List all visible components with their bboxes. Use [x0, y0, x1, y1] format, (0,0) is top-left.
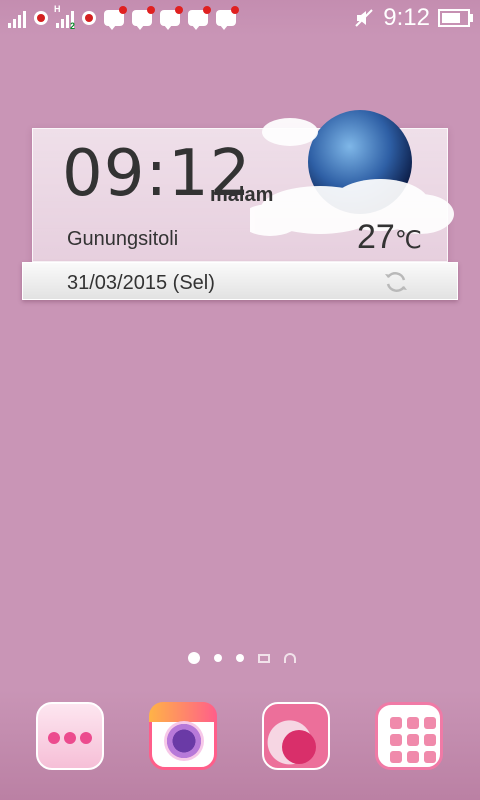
signal-1-icon	[8, 8, 26, 28]
refresh-icon[interactable]	[382, 268, 410, 296]
widget-city[interactable]: Gunungsitoli	[67, 228, 178, 251]
bbm-icon	[160, 6, 183, 30]
camera-app-icon[interactable]	[149, 702, 217, 770]
signal-2-icon: H 2	[54, 4, 76, 31]
widget-temperature: 27℃	[357, 218, 422, 257]
widget-date: 31/03/2015 (Sel)	[67, 272, 215, 294]
flag-icon	[34, 11, 48, 25]
status-bar[interactable]: H 2 9:12	[0, 0, 480, 36]
bbm-icon	[132, 6, 155, 30]
phone-app-icon[interactable]	[262, 702, 330, 770]
sim-2-label: 2	[70, 21, 76, 31]
page-indicator[interactable]	[188, 652, 296, 664]
network-type-label: H	[54, 4, 61, 14]
page-dot[interactable]	[214, 654, 222, 662]
temperature-unit: ℃	[394, 227, 422, 254]
widgets-page-icon[interactable]	[258, 653, 270, 663]
status-time: 9:12	[383, 4, 430, 31]
weather-moon-cloud-icon	[250, 110, 454, 236]
home-page-indicator-icon[interactable]	[188, 652, 200, 664]
bbm-icon	[104, 6, 127, 30]
messaging-app-icon[interactable]	[36, 702, 104, 770]
status-left: H 2	[8, 4, 239, 31]
app-drawer-icon[interactable]	[375, 702, 443, 770]
status-right: 9:12	[353, 4, 473, 32]
battery-full-icon	[438, 9, 473, 27]
bbm-icon	[216, 6, 239, 30]
bbm-icon	[188, 6, 211, 30]
apps-page-icon[interactable]	[284, 653, 296, 663]
temperature-value: 27	[357, 218, 395, 256]
widget-period: malam	[210, 184, 274, 206]
flag-icon	[82, 11, 96, 25]
page-dot[interactable]	[236, 654, 244, 662]
vibrate-off-icon	[355, 9, 373, 27]
